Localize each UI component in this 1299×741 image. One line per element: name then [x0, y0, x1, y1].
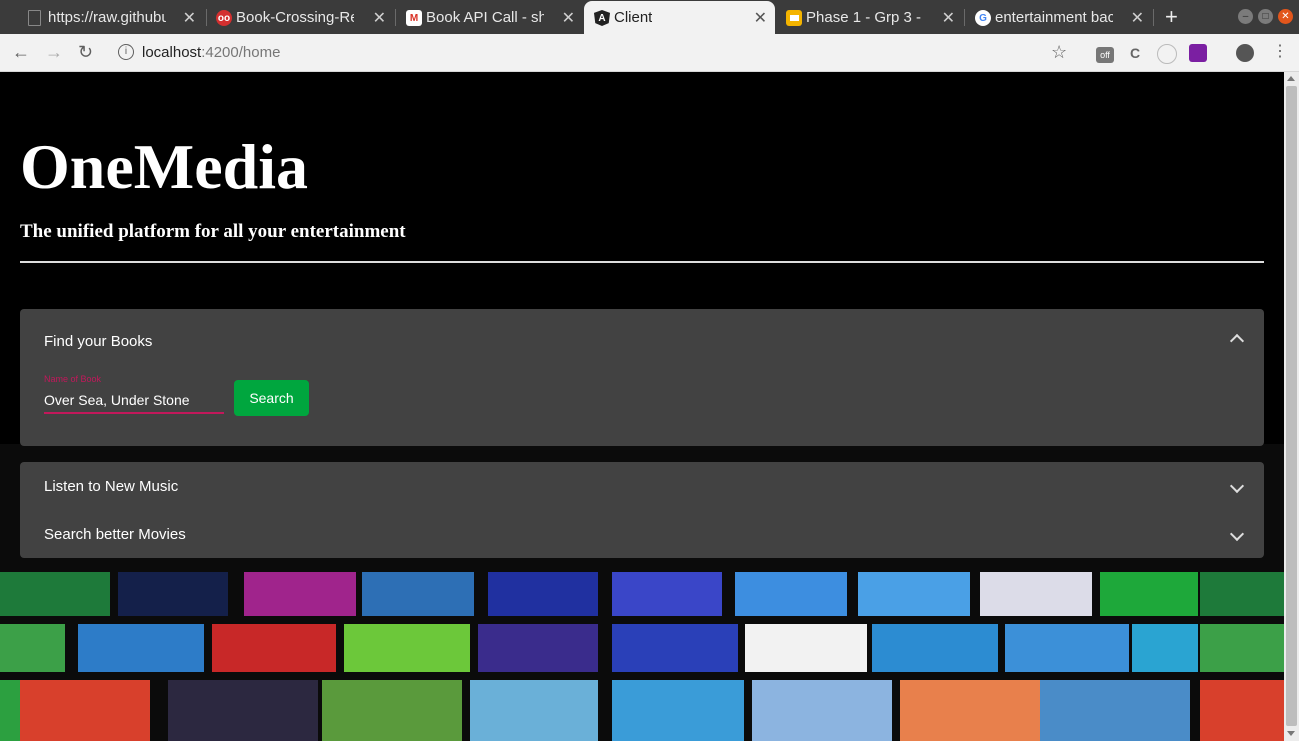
back-icon[interactable]: ←	[12, 42, 30, 62]
movies-panel-header[interactable]: Search better Movies	[44, 526, 186, 543]
forward-icon[interactable]: →	[45, 42, 63, 62]
tab-strip: https://raw.githubusercontent ✕ oo Book-…	[0, 0, 1299, 34]
tab-label: entertainment background	[995, 9, 1113, 26]
scroll-down-icon[interactable]	[1287, 731, 1295, 736]
angular-icon: A	[594, 10, 610, 26]
tab-label: https://raw.githubusercontent	[48, 9, 166, 26]
page-body: OneMedia The unified platform for all yo…	[0, 72, 1284, 741]
tab-book-api-call[interactable]: M Book API Call - shlok ✕	[396, 1, 583, 34]
new-tab-button[interactable]: +	[1165, 4, 1178, 30]
circle-extension-icon[interactable]	[1157, 44, 1177, 64]
book-name-input[interactable]	[44, 389, 224, 411]
cube-extension-icon[interactable]	[1189, 44, 1207, 62]
books-panel-header[interactable]: Find your Books	[44, 333, 152, 350]
book-name-label: Name of Book	[44, 374, 102, 384]
browser-toolbar: ← → ↻ i localhost:4200/home ☆ off C ⋮	[0, 34, 1299, 72]
tab-label: Book API Call - shlok	[426, 9, 544, 26]
site-info-icon[interactable]: i	[118, 44, 134, 60]
page-title: OneMedia	[20, 131, 308, 202]
doc-icon	[28, 10, 41, 26]
tab-label: Book-Crossing-Recommendation	[236, 9, 354, 26]
movies-panel: Search better Movies	[20, 510, 1264, 558]
menu-kebab-icon[interactable]: ⋮	[1272, 42, 1288, 62]
chevron-down-icon[interactable]	[1229, 526, 1245, 542]
chevron-up-icon[interactable]	[1229, 333, 1245, 349]
maximize-window-icon[interactable]: □	[1258, 9, 1273, 24]
close-tab-icon[interactable]: ✕	[183, 8, 196, 28]
books-panel: Find your Books Name of Book Search	[20, 309, 1264, 446]
url-path: :4200/home	[201, 44, 281, 61]
scrollbar-thumb[interactable]	[1286, 86, 1297, 726]
divider	[20, 261, 1264, 263]
chevron-down-icon[interactable]	[1229, 478, 1245, 494]
reload-icon[interactable]: ↻	[78, 42, 93, 62]
close-tab-icon[interactable]: ✕	[373, 8, 386, 28]
bookmark-star-icon[interactable]: ☆	[1051, 42, 1067, 62]
tab-google-slides[interactable]: Phase 1 - Grp 3 - Google Slides ✕	[776, 1, 963, 34]
tab-label: Phase 1 - Grp 3 - Google Slides	[806, 9, 924, 26]
mask-icon: oo	[216, 10, 232, 26]
close-tab-icon[interactable]: ✕	[754, 8, 767, 28]
music-panel-header[interactable]: Listen to New Music	[44, 478, 178, 495]
close-window-icon[interactable]: ✕	[1278, 9, 1293, 24]
tab-google-search[interactable]: G entertainment background ✕	[965, 1, 1152, 34]
tab-label: Client	[614, 9, 653, 26]
json-off-extension-icon[interactable]: off	[1096, 47, 1114, 63]
google-icon: G	[975, 10, 991, 26]
slides-icon	[786, 10, 802, 26]
close-tab-icon[interactable]: ✕	[942, 8, 955, 28]
tab-book-crossing[interactable]: oo Book-Crossing-Recommendation ✕	[206, 1, 394, 34]
css-extension-icon[interactable]: C	[1126, 44, 1144, 62]
music-panel: Listen to New Music	[20, 462, 1264, 510]
address-bar[interactable]: localhost:4200/home	[142, 44, 280, 61]
page-tagline: The unified platform for all your entert…	[20, 221, 406, 242]
book-name-underline	[44, 412, 224, 414]
search-books-button[interactable]: Search	[234, 380, 309, 416]
scroll-up-icon[interactable]	[1287, 76, 1295, 81]
tab-raw-github[interactable]: https://raw.githubusercontent ✕	[18, 1, 204, 34]
url-host: localhost	[142, 44, 202, 61]
close-tab-icon[interactable]: ✕	[562, 8, 575, 28]
account-icon[interactable]	[1236, 44, 1254, 62]
page-scrollbar[interactable]	[1284, 72, 1299, 741]
tab-client[interactable]: A Client ✕	[584, 1, 775, 34]
close-tab-icon[interactable]: ✕	[1131, 8, 1144, 28]
gmail-icon: M	[406, 10, 422, 26]
minimize-window-icon[interactable]: –	[1238, 9, 1253, 24]
